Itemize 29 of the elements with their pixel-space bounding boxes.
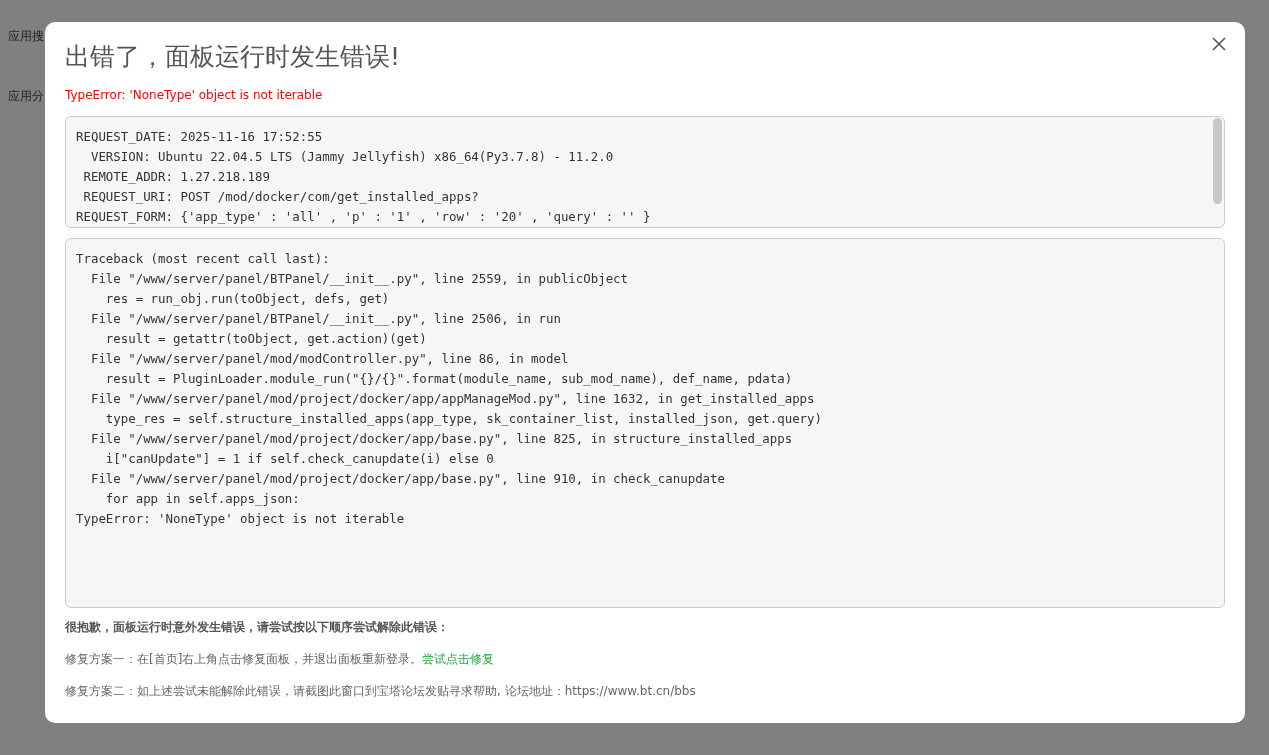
code-line: REQUEST_FORM: {'app_type' : 'all' , 'p' : '1' , 'row' : '20' , 'query' : '' }: [76, 208, 652, 226]
code-line: i["canUpdate"] = 1 if self.check_canupdate(i) else 0: [104, 450, 495, 468]
error-message: TypeError: 'NoneType' object is not iterable: [65, 87, 323, 103]
fix-instruction: 修复方案一：在[首页]右上角点击修复面板，并退出面板重新登录。尝试点击修复: [65, 651, 495, 667]
code-line: File "/www/server/panel/mod/project/docker/app/base.py", line 910, in check_canupdate: [89, 470, 726, 488]
code-line: REMOTE_ADDR: 1.27.218.189: [82, 168, 271, 186]
code-line: REQUEST_URI: POST /mod/docker/com/get_installed_apps?: [82, 188, 480, 206]
page-label: 应用搜: [8, 28, 44, 45]
code-line: File "/www/server/panel/mod/project/docker/app/appManageMod.py", line 1632, in get_installed_apps: [89, 390, 816, 408]
code-line: File "/www/server/panel/mod/project/docker/app/base.py", line 825, in structure_installed_apps: [89, 430, 794, 448]
close-icon[interactable]: [1212, 37, 1226, 51]
scrollbar-thumb[interactable]: [1213, 118, 1222, 204]
repair-link[interactable]: 尝试点击修复: [422, 652, 495, 666]
code-line: res = run_obj.run(toObject, defs, get): [104, 290, 391, 308]
help-heading: 很抱歉，面板运行时意外发生错误，请尝试按以下顺序尝试解除此错误：: [65, 619, 449, 635]
code-line: REQUEST_DATE: 2025-11-16 17:52:55: [76, 128, 324, 146]
code-line: VERSION: Ubuntu 22.04.5 LTS (Jammy Jellyfish) x86_64(Py3.7.8) - 11.2.0: [89, 148, 615, 166]
code-line: Traceback (most recent call last):: [76, 250, 331, 268]
code-line: TypeError: 'NoneType' object is not iterable: [76, 510, 406, 528]
code-line: File "/www/server/panel/mod/modController.py", line 86, in model: [89, 350, 570, 368]
code-line: type_res = self.structure_installed_apps(app_type, sk_container_list, installed_json, get.query): [104, 410, 823, 428]
code-line: File "/www/server/panel/BTPanel/__init__.py", line 2506, in run: [89, 310, 562, 328]
code-line: result = PluginLoader.module_run("{}/{}".format(module_name, sub_mod_name), def_name, pdata): [104, 370, 794, 388]
code-line: File "/www/server/panel/BTPanel/__init__.py", line 2559, in publicObject: [89, 270, 630, 288]
fix-instruction: 修复方案二：如上述尝试未能解除此错误，请截图此窗口到宝塔论坛发贴寻求帮助, 论坛地址：https://www.bt.cn/bbs: [65, 683, 696, 699]
page-label: 应用分: [8, 88, 44, 105]
code-line: result = getattr(toObject, get.action)(get): [104, 330, 428, 348]
dialog-title: 出错了，面板运行时发生错误!: [65, 41, 401, 73]
code-line: for app in self.apps_json:: [104, 490, 301, 508]
